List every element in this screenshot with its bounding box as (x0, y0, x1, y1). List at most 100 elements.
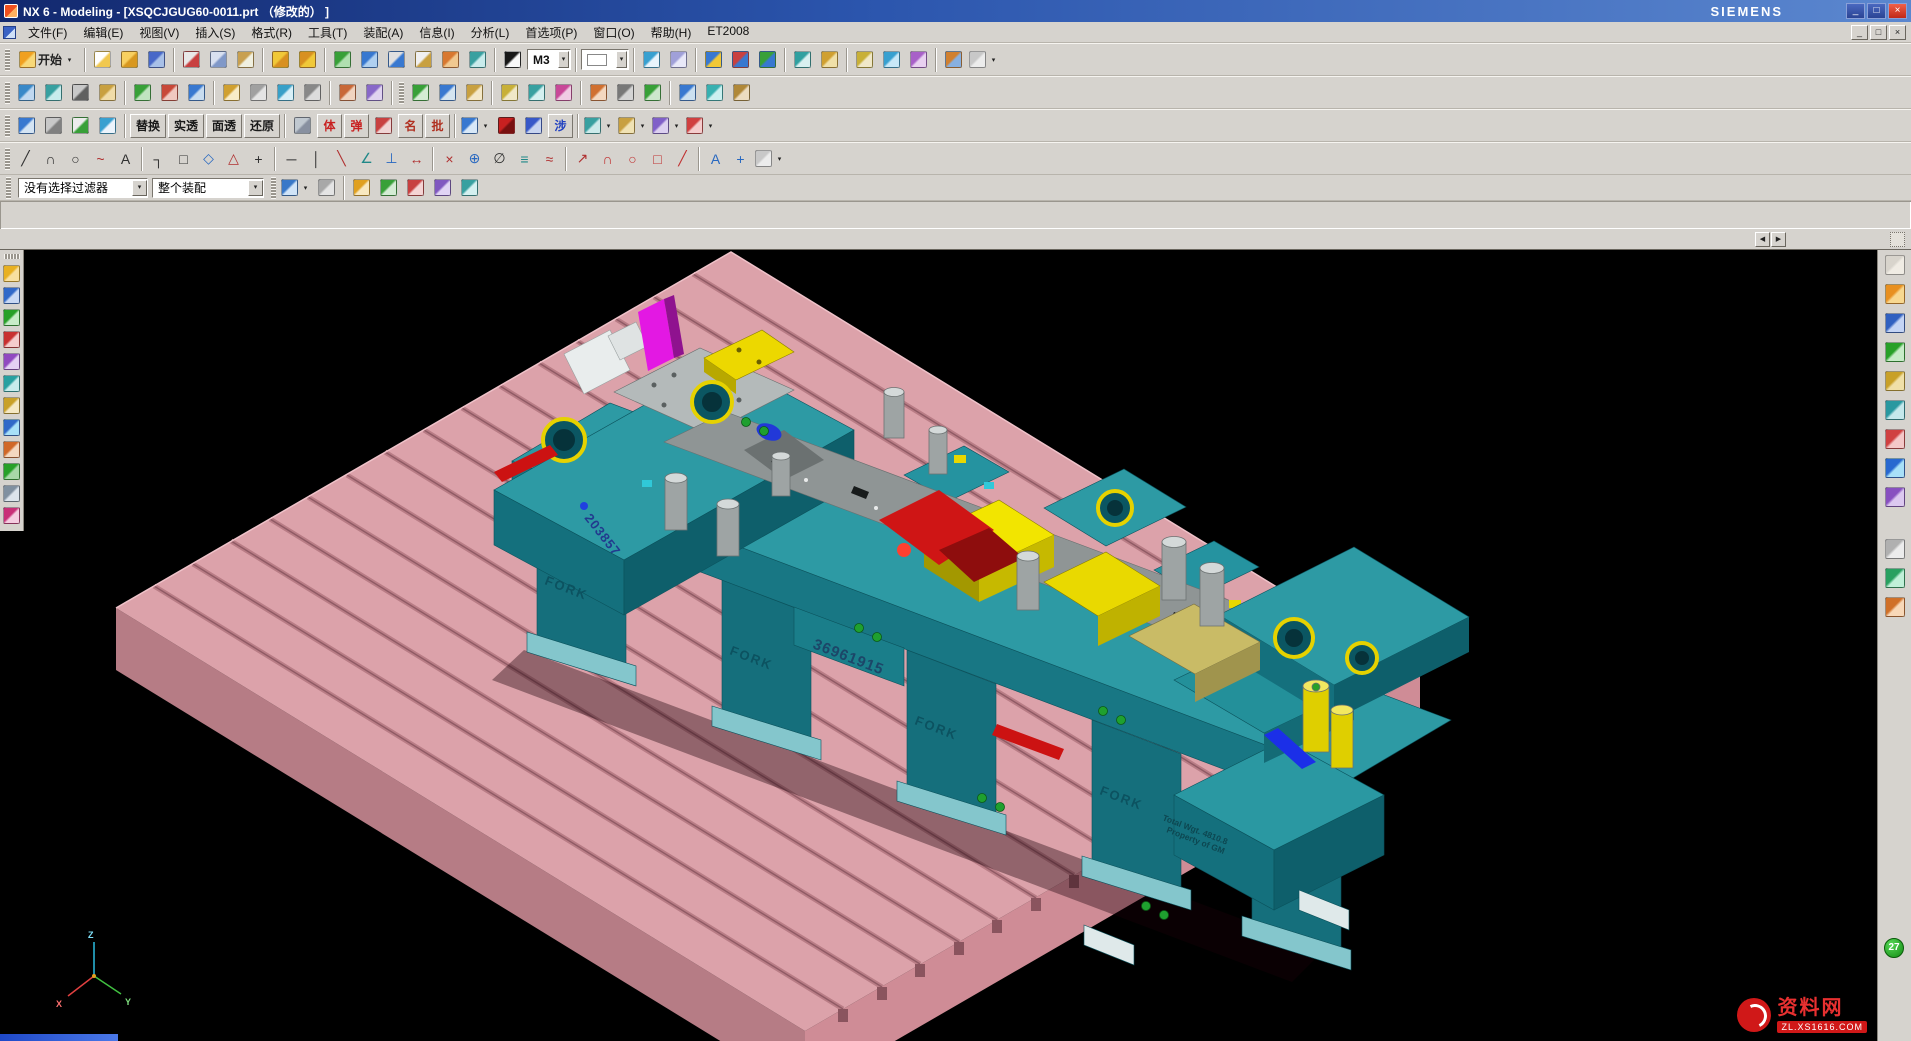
cross-icon[interactable]: × (438, 145, 461, 172)
point-icon[interactable] (906, 46, 931, 73)
snap-point-icon[interactable]: ▾ (280, 174, 312, 201)
name-display-button[interactable]: 名 (398, 114, 423, 138)
snap-quadrant-icon[interactable] (457, 174, 482, 201)
rect-red-icon[interactable]: □ (646, 145, 669, 172)
part-doc-icon[interactable] (521, 112, 546, 139)
solid-transparency-button[interactable]: 实透 (168, 114, 204, 138)
chamfer-icon[interactable] (246, 79, 271, 106)
redo-icon[interactable] (295, 46, 320, 73)
process-studio-icon[interactable] (1884, 567, 1906, 589)
annotation-button[interactable]: 批 (425, 114, 450, 138)
save-icon[interactable] (144, 46, 169, 73)
spring-back-button[interactable]: 弹 (344, 114, 369, 138)
offset-face-icon[interactable] (462, 79, 487, 106)
dimension-text-icon[interactable]: A (704, 145, 727, 172)
empty-set-icon[interactable]: ∅ (488, 145, 511, 172)
sketch-tools-dropdown[interactable]: ▾ (754, 145, 786, 172)
more-commands-dropdown[interactable]: ▾ (968, 46, 1000, 73)
cut-icon[interactable] (179, 46, 204, 73)
dock-view-icon[interactable] (3, 287, 20, 304)
section-view-icon[interactable] (290, 112, 315, 139)
hide-object-icon[interactable] (41, 112, 66, 139)
doc-minimize-button[interactable]: _ (1851, 25, 1868, 40)
open-file-icon[interactable] (117, 46, 142, 73)
extrude-icon[interactable] (14, 79, 39, 106)
menu-file[interactable]: 文件(F) (20, 22, 75, 43)
unite-icon[interactable] (130, 79, 155, 106)
polygon-icon[interactable]: ◇ (197, 145, 220, 172)
hd3d-tool-icon[interactable] (1884, 428, 1906, 450)
angle-icon[interactable]: ∠ (355, 145, 378, 172)
fillet-icon[interactable]: + (247, 145, 270, 172)
text-icon[interactable]: A (114, 145, 137, 172)
symmetry-icon[interactable]: ↔ (405, 145, 428, 172)
pan-icon[interactable] (411, 46, 436, 73)
triangle-icon[interactable]: △ (222, 145, 245, 172)
toolbar-grip[interactable] (5, 82, 10, 104)
body-select-button[interactable]: 体 (317, 114, 342, 138)
history-icon[interactable] (1884, 486, 1906, 508)
resource-bar-corner-button[interactable] (1890, 232, 1905, 247)
move-component-icon[interactable] (701, 46, 726, 73)
fit-view-icon[interactable] (357, 46, 382, 73)
target-point-icon[interactable]: ⊕ (463, 145, 486, 172)
start-menu-button[interactable]: 开始▾ (14, 46, 80, 73)
thread-icon[interactable] (300, 79, 325, 106)
system-materials-icon[interactable] (1884, 538, 1906, 560)
roles-icon[interactable] (1884, 596, 1906, 618)
snap-endpoint-icon[interactable] (349, 174, 374, 201)
horizontal-line-icon[interactable]: ─ (280, 145, 303, 172)
toolbar-grip[interactable] (271, 177, 276, 199)
doc-close-button[interactable]: × (1889, 25, 1906, 40)
pattern-feature-icon[interactable] (408, 79, 433, 106)
chevron-down-icon[interactable]: ▾ (248, 180, 263, 196)
menu-information[interactable]: 信息(I) (411, 22, 462, 43)
datum-plane-icon[interactable] (852, 46, 877, 73)
toolbar-grip[interactable] (6, 177, 11, 199)
through-curves-icon[interactable] (675, 79, 700, 106)
measure-distance-icon[interactable] (524, 79, 549, 106)
diagonal-line-icon[interactable]: ╲ (330, 145, 353, 172)
reposition-component-icon[interactable] (755, 46, 780, 73)
document-icon[interactable] (3, 26, 16, 39)
toolbar-grip[interactable] (5, 148, 10, 170)
scroll-left-icon[interactable]: ◀ (1755, 232, 1770, 247)
dock-list-icon[interactable] (3, 397, 20, 414)
shell-icon[interactable] (273, 79, 298, 106)
menu-window[interactable]: 窗口(O) (585, 22, 642, 43)
menu-edit[interactable]: 编辑(E) (75, 22, 131, 43)
part-navigator-icon[interactable] (1884, 370, 1906, 392)
vector-icon[interactable]: ↗ (571, 145, 594, 172)
select-any-icon[interactable] (314, 174, 339, 201)
dock-flag-icon[interactable] (3, 463, 20, 480)
edge-blend-icon[interactable] (219, 79, 244, 106)
chevron-down-icon[interactable]: ▾ (132, 180, 147, 196)
point-plus-icon[interactable]: + (729, 145, 752, 172)
analysis-curve-icon[interactable]: ▾ (651, 112, 683, 139)
zoom-icon[interactable] (384, 46, 409, 73)
paste-icon[interactable] (233, 46, 258, 73)
dock-pin-icon[interactable] (3, 507, 20, 524)
show-hide-icon[interactable] (639, 46, 664, 73)
selection-filter-combo[interactable]: 没有选择过滤器 ▾ (18, 178, 148, 198)
edit-feature-icon[interactable] (586, 79, 611, 106)
spline-icon[interactable]: ~ (89, 145, 112, 172)
dock-wrench-icon[interactable] (3, 441, 20, 458)
reuse-library-icon[interactable] (1884, 399, 1906, 421)
grid-display-icon[interactable] (371, 112, 396, 139)
maximize-button[interactable]: □ (1867, 3, 1886, 19)
perspective-icon[interactable] (465, 46, 490, 73)
arc-red-icon[interactable]: ∩ (596, 145, 619, 172)
menu-preferences[interactable]: 首选项(P) (517, 22, 585, 43)
object-color-combo[interactable]: ▾ (581, 49, 629, 70)
dock-section-icon[interactable] (3, 353, 20, 370)
dock-measure-icon[interactable] (3, 331, 20, 348)
datum-axis-icon[interactable] (879, 46, 904, 73)
show-object-icon[interactable] (68, 112, 93, 139)
circle-red-icon[interactable]: ○ (621, 145, 644, 172)
swept-icon[interactable] (702, 79, 727, 106)
menu-assemblies[interactable]: 装配(A) (355, 22, 411, 43)
line-icon[interactable]: ╱ (14, 145, 37, 172)
split-body-icon[interactable] (362, 79, 387, 106)
menu-analysis[interactable]: 分析(L) (463, 22, 518, 43)
